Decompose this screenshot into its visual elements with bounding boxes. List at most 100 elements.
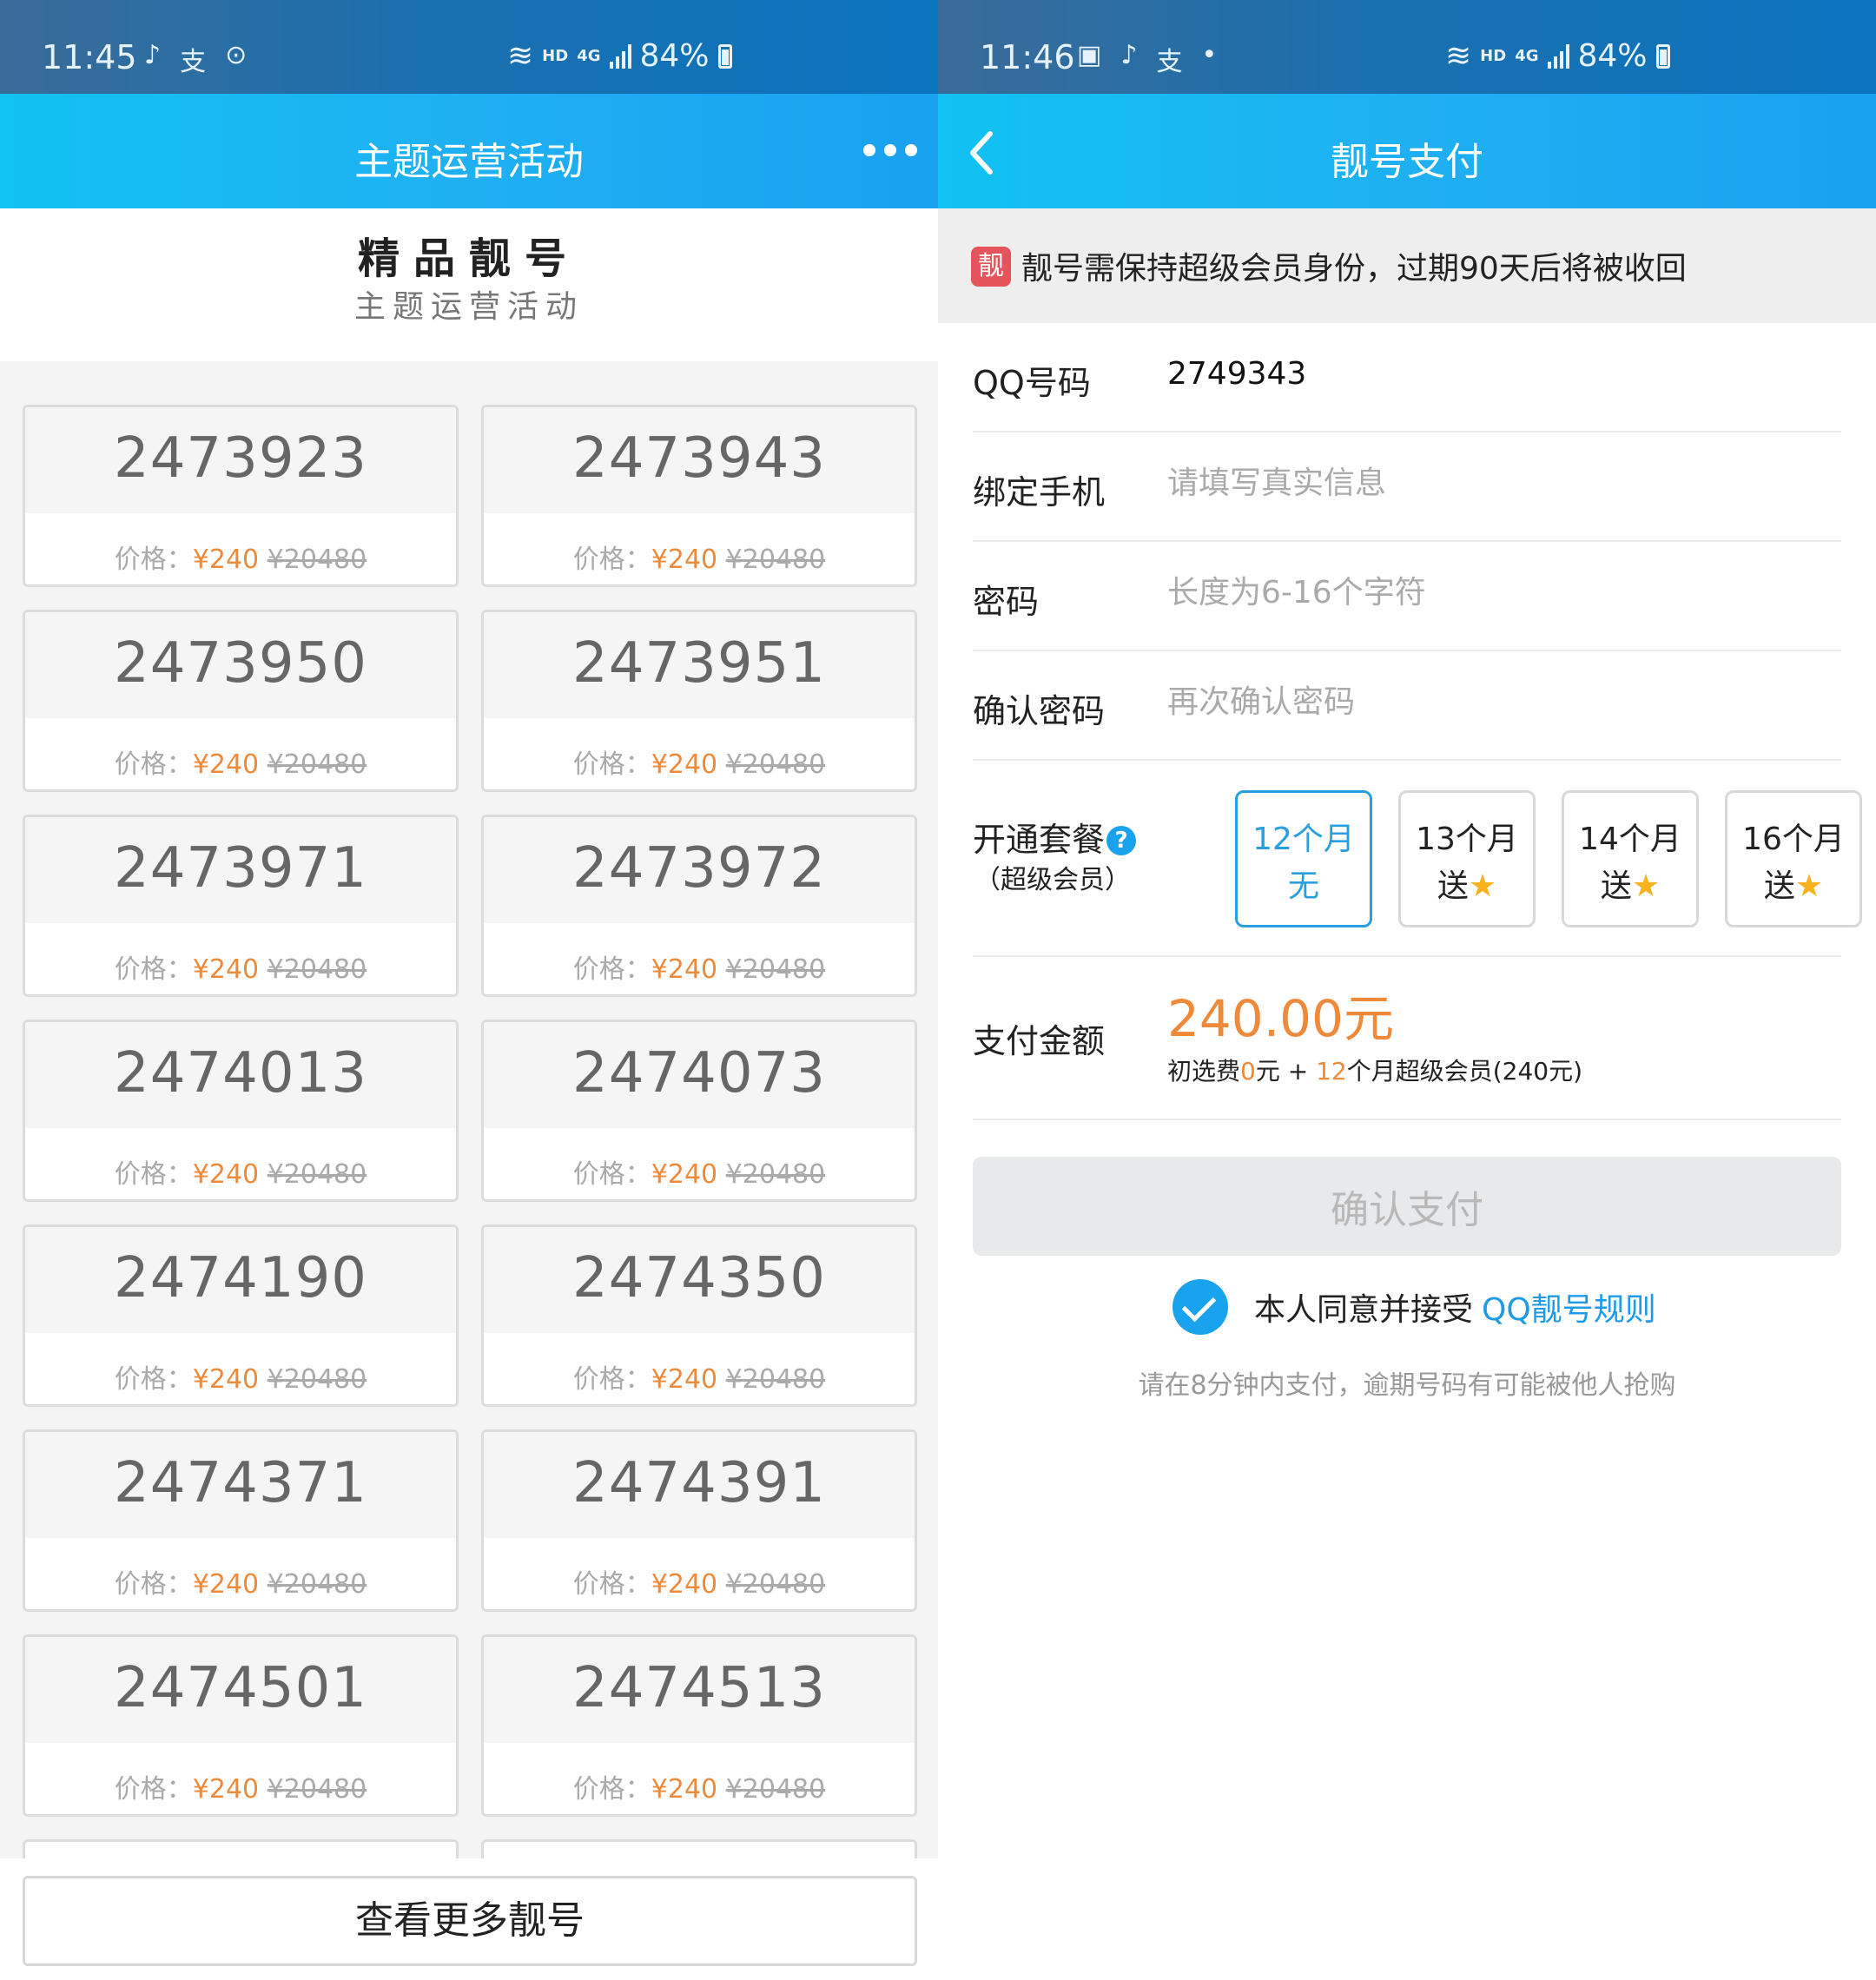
confirm-password-input[interactable] bbox=[1167, 677, 1775, 726]
price-label: 价格： bbox=[572, 1569, 651, 1600]
phone-row: 绑定手机 bbox=[973, 432, 1841, 542]
plan-months: 12个月 bbox=[1252, 822, 1355, 857]
price-line: 价格：¥240 ¥20480 bbox=[25, 742, 456, 781]
price-old: ¥20480 bbox=[725, 1569, 826, 1600]
number-value: 2474391 bbox=[571, 1451, 827, 1515]
number-value: 2474513 bbox=[571, 1656, 827, 1720]
number-card[interactable]: 2473971 价格：¥240 ¥20480 bbox=[23, 815, 459, 997]
confirm-payment-button[interactable]: 确认支付 bbox=[973, 1157, 1841, 1256]
price-now: ¥240 bbox=[651, 1364, 718, 1395]
price-line: 价格：¥240 ¥20480 bbox=[484, 1152, 915, 1191]
agreement-text: 本人同意并接受 bbox=[1254, 1292, 1474, 1328]
number-card[interactable]: 2474073 价格：¥240 ¥20480 bbox=[481, 1020, 917, 1202]
price-now: ¥240 bbox=[651, 1569, 718, 1600]
more-icon[interactable] bbox=[863, 144, 917, 156]
help-icon[interactable]: ? bbox=[1106, 826, 1137, 855]
price-now: ¥240 bbox=[192, 1774, 260, 1805]
plan-option[interactable]: 16个月 送★ bbox=[1725, 790, 1862, 927]
price-now: ¥240 bbox=[192, 1569, 260, 1600]
price-old: ¥20480 bbox=[267, 544, 367, 575]
hd-indicator: HD bbox=[1480, 47, 1507, 65]
price-old: ¥20480 bbox=[725, 1774, 826, 1805]
price-now: ¥240 bbox=[192, 544, 260, 575]
number-value: 2473943 bbox=[571, 426, 827, 491]
plan-bonus: 送 bbox=[1437, 868, 1469, 904]
number-value: 2474371 bbox=[113, 1451, 368, 1515]
page-title: 靓号支付 bbox=[1331, 140, 1483, 184]
price-old: ¥20480 bbox=[725, 1364, 826, 1395]
price-now: ¥240 bbox=[651, 749, 718, 780]
battery-icon bbox=[717, 43, 732, 69]
status-time: 11:46 bbox=[980, 38, 1075, 76]
number-card[interactable]: 2474391 价格：¥240 ¥20480 bbox=[481, 1429, 917, 1612]
payment-label: 支付金额 bbox=[973, 1022, 1106, 1060]
price-label: 价格： bbox=[114, 749, 193, 780]
price-line: 价格：¥240 ¥20480 bbox=[484, 1357, 915, 1396]
number-card[interactable]: 2473923 价格：¥240 ¥20480 bbox=[23, 405, 459, 587]
hd-indicator: HD bbox=[542, 47, 569, 65]
price-old: ¥20480 bbox=[267, 1774, 367, 1805]
password-input[interactable] bbox=[1167, 568, 1775, 617]
price-now: ¥240 bbox=[651, 1159, 718, 1190]
number-card[interactable]: 2473950 价格：¥240 ¥20480 bbox=[23, 610, 459, 792]
price-old: ¥20480 bbox=[267, 954, 367, 985]
number-value: 2474190 bbox=[113, 1246, 368, 1310]
price-old: ¥20480 bbox=[267, 1159, 367, 1190]
price-line: 价格：¥240 ¥20480 bbox=[484, 1562, 915, 1600]
plan-option[interactable]: 14个月 送★ bbox=[1562, 790, 1699, 927]
number-card[interactable]: 2474501 价格：¥240 ¥20480 bbox=[23, 1634, 459, 1817]
number-value: 2473951 bbox=[571, 631, 827, 696]
left-screen: 11:45 ♪ 支 ⊙ ≋ HD 4G 84% 主题运营活动 精品靓号 主题运营… bbox=[0, 0, 938, 1980]
number-card[interactable]: 2474350 价格：¥240 ¥20480 bbox=[481, 1224, 917, 1407]
number-value: 2474501 bbox=[113, 1656, 368, 1720]
number-value: 2473971 bbox=[113, 836, 368, 901]
price-now: ¥240 bbox=[192, 749, 260, 780]
price-line: 价格：¥240 ¥20480 bbox=[484, 742, 915, 781]
price-now: ¥240 bbox=[192, 954, 260, 985]
status-bar: 11:45 ♪ 支 ⊙ ≋ HD 4G 84% bbox=[0, 0, 938, 94]
battery-percent: 84% bbox=[639, 38, 710, 74]
number-card[interactable]: 2474513 价格：¥240 ¥20480 bbox=[481, 1634, 917, 1817]
price-old: ¥20480 bbox=[725, 749, 826, 780]
number-card[interactable]: 2473972 价格：¥240 ¥20480 bbox=[481, 815, 917, 997]
qq-number-row: QQ号码 2749343 bbox=[973, 323, 1841, 432]
location-icon: ⊙ bbox=[225, 40, 248, 70]
price-label: 价格： bbox=[114, 1569, 193, 1600]
tiktok-icon: ♪ bbox=[1120, 40, 1138, 70]
price-now: ¥240 bbox=[192, 1159, 260, 1190]
price-label: 价格： bbox=[114, 1774, 193, 1805]
price-line: 价格：¥240 ¥20480 bbox=[25, 1357, 456, 1396]
plan-option[interactable]: 12个月无 bbox=[1235, 790, 1372, 927]
price-label: 价格： bbox=[572, 749, 651, 780]
number-value: 2474013 bbox=[113, 1041, 368, 1106]
signal-icon bbox=[1547, 43, 1569, 69]
battery-icon bbox=[1655, 43, 1670, 69]
number-card[interactable]: 2474371 价格：¥240 ¥20480 bbox=[23, 1429, 459, 1612]
number-card[interactable]: 2473951 价格：¥240 ¥20480 bbox=[481, 610, 917, 792]
price-now: ¥240 bbox=[651, 954, 718, 985]
number-card[interactable]: 2474013 价格：¥240 ¥20480 bbox=[23, 1020, 459, 1202]
title-bar: 靓号支付 bbox=[938, 94, 1876, 208]
more-numbers-button[interactable]: 查看更多靓号 bbox=[23, 1876, 917, 1966]
phone-input[interactable] bbox=[1167, 459, 1775, 507]
price-label: 价格： bbox=[572, 954, 651, 985]
password-label: 密码 bbox=[973, 583, 1040, 621]
price-line: 价格：¥240 ¥20480 bbox=[25, 947, 456, 986]
price-now: ¥240 bbox=[651, 544, 718, 575]
plan-bonus: 送 bbox=[1763, 868, 1795, 904]
alipay-icon: 支 bbox=[1156, 47, 1183, 77]
title-bar: 主题运营活动 bbox=[0, 94, 938, 208]
number-card[interactable]: 2473943 价格：¥240 ¥20480 bbox=[481, 405, 917, 587]
wifi-icon: ≋ bbox=[507, 38, 534, 74]
number-value: 2473950 bbox=[113, 631, 368, 696]
number-card[interactable]: 2474190 价格：¥240 ¥20480 bbox=[23, 1224, 459, 1407]
battery-percent: 84% bbox=[1577, 38, 1648, 74]
rules-link[interactable]: QQ靓号规则 bbox=[1482, 1284, 1656, 1330]
star-icon: ★ bbox=[1631, 868, 1661, 904]
notice-text: 靓号需保持超级会员身份，过期90天后将被收回 bbox=[1021, 251, 1687, 287]
plan-option[interactable]: 13个月 送★ bbox=[1398, 790, 1536, 927]
price-label: 价格： bbox=[572, 544, 651, 575]
checkbox-checked-icon[interactable] bbox=[1172, 1279, 1228, 1335]
price-line: 价格：¥240 ¥20480 bbox=[484, 1767, 915, 1805]
network-indicator: 4G bbox=[577, 47, 601, 65]
